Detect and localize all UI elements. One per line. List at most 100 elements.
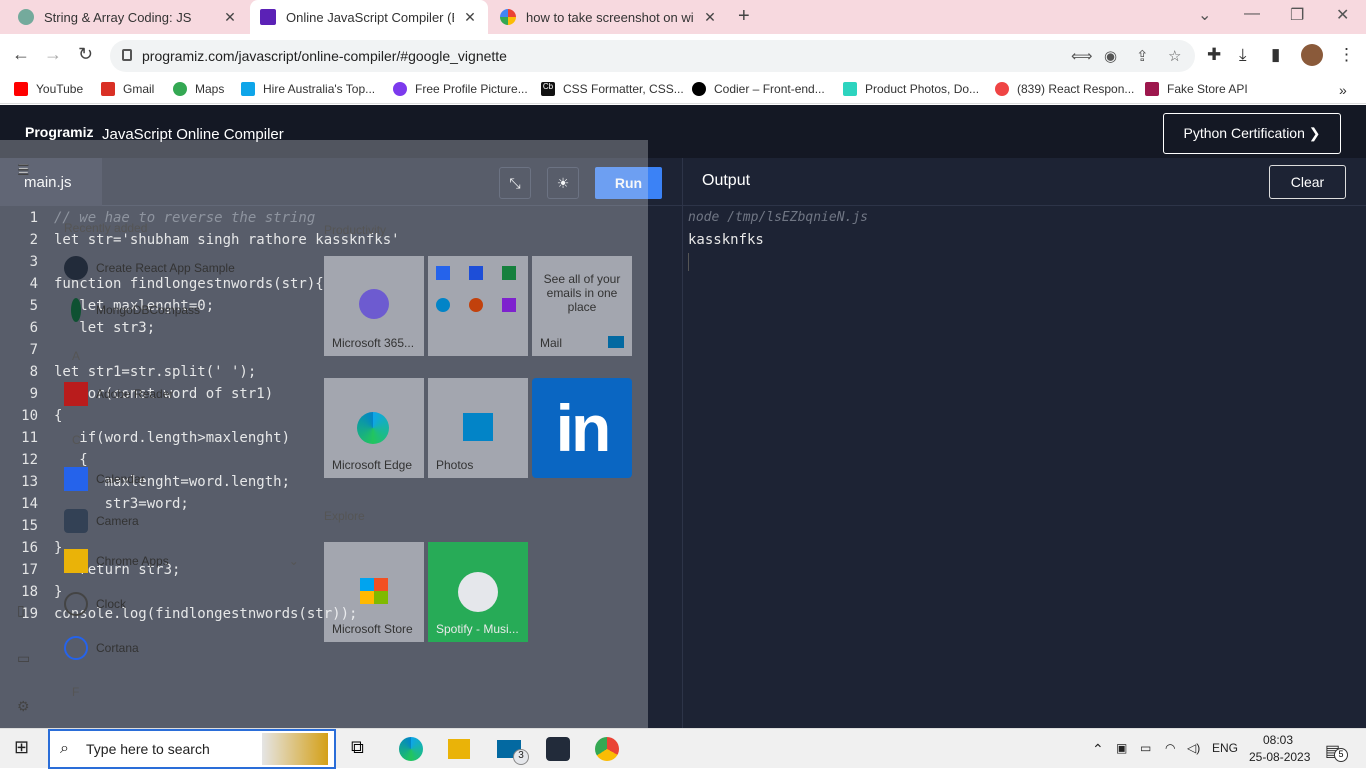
bookmark-gmail[interactable]: Gmail: [101, 82, 154, 96]
tile-label: Photos: [436, 458, 474, 472]
app-clock[interactable]: Clock: [64, 592, 126, 616]
menu-icon[interactable]: ☰: [17, 162, 30, 179]
app-mongodb[interactable]: MongoDBCompass: [64, 298, 200, 322]
app-chrome-apps[interactable]: Chrome Apps ⌄: [64, 549, 299, 573]
tile-microsoft-store[interactable]: Microsoft Store: [324, 542, 424, 642]
close-icon[interactable]: ✕: [462, 9, 478, 26]
forward-button[interactable]: →: [44, 44, 62, 65]
tab-google[interactable]: how to take screenshot on windo ✕: [490, 0, 728, 34]
bookmark-label: YouTube: [36, 82, 84, 96]
tab-title: String & Array Coding: JS: [44, 9, 192, 25]
device-icon[interactable]: ▣: [1116, 741, 1127, 755]
minimize-button[interactable]: —: [1244, 5, 1260, 23]
codier-icon: [692, 82, 706, 96]
bookmark-youtube[interactable]: YouTube: [14, 82, 83, 96]
app-create-react[interactable]: Create React App Sample: [64, 256, 235, 280]
volume-icon[interactable]: ◁): [1187, 741, 1200, 755]
more-bookmarks-icon[interactable]: »: [1339, 82, 1347, 98]
letter-c[interactable]: C: [72, 433, 81, 447]
linkedin-icon[interactable]: in: [532, 378, 632, 478]
bookmark-label: CSS Formatter, CSS...: [563, 82, 684, 96]
clear-button[interactable]: Clear: [1269, 165, 1346, 199]
output-title: Output: [702, 172, 751, 189]
language-indicator[interactable]: ENG: [1212, 741, 1238, 755]
eye-off-icon[interactable]: ◉: [1104, 47, 1117, 65]
python-certification-button[interactable]: Python Certification ❯: [1163, 113, 1341, 154]
chrome-icon[interactable]: [595, 737, 619, 761]
app-camera[interactable]: Camera: [64, 509, 139, 533]
clock-date[interactable]: 25-08-2023: [1249, 750, 1310, 764]
letter-f[interactable]: F: [72, 685, 79, 699]
tab-programiz[interactable]: Online JavaScript Compiler (Edito ✕: [250, 0, 488, 34]
battery-icon[interactable]: ▭: [1140, 741, 1151, 755]
new-tab-button[interactable]: +: [738, 5, 750, 28]
tile-label: Microsoft 365...: [332, 336, 415, 350]
app-label: Cortana: [96, 641, 139, 655]
avatar[interactable]: [1301, 44, 1323, 66]
download-icon[interactable]: ⤓: [1239, 45, 1247, 65]
share-icon[interactable]: ⇪: [1136, 47, 1149, 65]
recently-added-heading: Recently added: [64, 221, 148, 235]
chevron-up-icon[interactable]: ⌃: [1092, 741, 1104, 758]
tab-string-array[interactable]: String & Array Coding: JS ✕: [8, 0, 248, 34]
bookmark-label: Fake Store API: [1167, 82, 1248, 96]
wifi-icon[interactable]: ◠: [1165, 741, 1175, 755]
pictures-icon[interactable]: ▭: [17, 650, 30, 667]
chatgpt-icon: [18, 9, 34, 25]
output-command: node /tmp/lsEZbqnieN.js: [688, 210, 869, 225]
bookmark-css-formatter[interactable]: Cb CSS Formatter, CSS...: [541, 82, 684, 96]
close-icon[interactable]: ✕: [222, 9, 238, 26]
bookmark-codier[interactable]: Codier – Front-end...: [692, 82, 825, 96]
chevron-down-icon[interactable]: ⌄: [1198, 5, 1211, 25]
edge-icon[interactable]: [399, 737, 423, 761]
cb-icon: Cb: [541, 82, 555, 96]
letter-a[interactable]: A: [72, 349, 80, 363]
restore-button[interactable]: ❐: [1290, 5, 1304, 25]
kebab-menu-icon[interactable]: ⋮: [1338, 45, 1355, 65]
programiz-logo[interactable]: Programiz: [25, 124, 93, 140]
close-window-button[interactable]: ✕: [1336, 5, 1349, 25]
app-cortana[interactable]: Cortana: [64, 636, 139, 660]
side-panel-icon[interactable]: ▮: [1271, 45, 1280, 65]
reload-button[interactable]: ↻: [78, 44, 93, 65]
clock-time[interactable]: 08:03: [1263, 733, 1293, 747]
settings-icon[interactable]: ⚙: [17, 698, 30, 715]
taskbar-search-input[interactable]: ⌕ Type here to search: [48, 729, 336, 769]
star-icon[interactable]: ☆: [1168, 47, 1181, 65]
tile-office-apps[interactable]: [428, 256, 528, 356]
productivity-heading: Productivity: [324, 223, 387, 237]
tile-spotify[interactable]: Spotify - Musi...: [428, 542, 528, 642]
output-header: Output Clear: [682, 158, 1366, 206]
bookmark-label: Product Photos, Do...: [865, 82, 980, 96]
powerpoint-icon: [469, 298, 483, 312]
bookmark-fake-store[interactable]: Fake Store API: [1145, 82, 1248, 96]
app-label: Clock: [96, 597, 127, 611]
tile-microsoft-edge[interactable]: Microsoft Edge: [324, 378, 424, 478]
bookmark-react[interactable]: (839) React Respon...: [995, 82, 1134, 96]
app-label: Create React App Sample: [96, 261, 235, 275]
bookmark-label: Free Profile Picture...: [415, 82, 528, 96]
tile-microsoft-365[interactable]: Microsoft 365...: [324, 256, 424, 356]
document-icon[interactable]: ▯: [17, 602, 25, 619]
close-icon[interactable]: ✕: [702, 9, 718, 26]
tile-photos[interactable]: Photos: [428, 378, 528, 478]
bookmark-maps[interactable]: Maps: [173, 82, 224, 96]
tile-mail[interactable]: See all of your emails in one place Mail: [532, 256, 632, 356]
output-result: kassknfks: [688, 232, 764, 248]
calendar-icon: [64, 467, 88, 491]
bookmark-profile-picture[interactable]: Free Profile Picture...: [393, 82, 528, 96]
extensions-icon[interactable]: ✚: [1207, 45, 1221, 65]
task-view-icon[interactable]: ⧉: [351, 737, 364, 758]
windows-start-icon[interactable]: ⊞: [14, 737, 29, 758]
bookmark-hire[interactable]: Hire Australia's Top...: [241, 82, 375, 96]
mail-tile-text: See all of your emails in one place: [543, 272, 621, 314]
start-menu-sidebar: ☰ ▯ ▭ ⚙: [0, 140, 48, 728]
bookmark-product-photos[interactable]: Product Photos, Do...: [843, 82, 979, 96]
app-calendar[interactable]: Calendar: [64, 467, 145, 491]
address-bar[interactable]: programiz.com/javascript/online-compiler…: [110, 40, 1195, 72]
app-adobe-reader[interactable]: Adobe Reader: [64, 382, 173, 406]
react-icon[interactable]: [546, 737, 570, 761]
translate-icon[interactable]: ⟺: [1071, 47, 1093, 65]
back-button[interactable]: ←: [12, 44, 30, 65]
file-explorer-icon[interactable]: [448, 739, 470, 759]
